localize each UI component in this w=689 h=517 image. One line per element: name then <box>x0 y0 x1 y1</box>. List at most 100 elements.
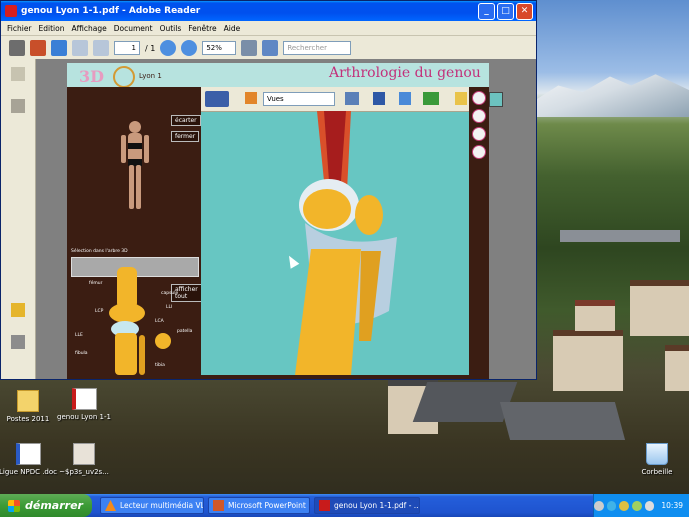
menu-document[interactable]: Document <box>114 24 153 33</box>
background-color-icon[interactable] <box>489 92 503 107</box>
task-vlc[interactable]: Lecteur multimédia VLC <box>100 497 204 514</box>
word-doc-icon <box>15 443 41 465</box>
human-figure-icon <box>121 121 149 209</box>
menu-fenetre[interactable]: Fenêtre <box>188 24 216 33</box>
tray-icon-3[interactable] <box>619 500 630 511</box>
next-page-icon[interactable] <box>93 40 109 56</box>
ecarter-button[interactable]: écarter <box>171 115 201 126</box>
document-title: Arthrologie du genou <box>329 65 481 81</box>
page-total: / 1 <box>145 43 156 53</box>
label-lle: LLE <box>75 333 83 338</box>
network-icon[interactable] <box>632 500 642 511</box>
powerpoint-icon <box>213 500 224 511</box>
knee-3d-model <box>295 111 397 375</box>
paperclip-icon[interactable] <box>11 335 25 349</box>
label-lcp: LCP <box>95 309 104 314</box>
print-icon[interactable] <box>9 40 25 56</box>
tray-icon-2[interactable] <box>606 500 617 511</box>
menu-edition[interactable]: Edition <box>39 24 65 33</box>
pages-panel-icon[interactable] <box>11 67 25 81</box>
rooftop <box>499 402 626 440</box>
tools-icon[interactable] <box>455 92 467 105</box>
window-titlebar[interactable]: genou Lyon 1-1.pdf - Adobe Reader _ □ ✕ <box>1 1 536 21</box>
clock: 10:39 <box>661 501 683 510</box>
file-icon <box>73 443 95 465</box>
lighting-icon[interactable] <box>423 92 439 105</box>
vlc-cone-icon <box>105 500 116 511</box>
menu-outils[interactable]: Outils <box>160 24 182 33</box>
mountain-background <box>537 74 689 117</box>
zoom-in-icon[interactable] <box>181 40 198 56</box>
home-view-icon[interactable] <box>245 92 257 104</box>
volume-icon[interactable] <box>644 500 655 511</box>
adobe-pdf-icon <box>5 5 17 17</box>
maximize-button[interactable]: □ <box>497 2 514 20</box>
task-adobe-reader[interactable]: genou Lyon 1-1.pdf - ... <box>314 497 420 514</box>
search-input[interactable]: Rechercher <box>283 41 352 55</box>
chalet <box>553 330 623 391</box>
zoom-level-input[interactable]: 52% <box>202 41 237 55</box>
folder-icon <box>17 390 39 412</box>
pdf-page: 3D Lyon 1 Arthrologie du genou écarter f… <box>67 63 503 379</box>
task-powerpoint[interactable]: Microsoft PowerPoint ... <box>208 497 310 514</box>
window-title: genou Lyon 1-1.pdf - Adobe Reader <box>21 6 201 16</box>
menu-aide[interactable]: Aide <box>224 24 241 33</box>
left-control-panel: écarter fermer Sélection dans l'arbre 3D… <box>67 87 202 379</box>
header-subtitle: Lyon 1 <box>139 72 162 80</box>
prev-page-icon[interactable] <box>72 40 88 56</box>
recycle-bin-icon <box>646 443 668 465</box>
view-side-icon[interactable] <box>472 109 486 123</box>
fermer-button[interactable]: fermer <box>171 131 200 142</box>
view-add-icon[interactable] <box>472 127 486 141</box>
menu-bar: Fichier Edition Affichage Document Outil… <box>1 21 536 36</box>
adobe-reader-icon <box>319 500 330 511</box>
lyon-emblem-icon <box>113 66 135 88</box>
start-button[interactable]: démarrer <box>0 494 92 517</box>
zoom-out-icon[interactable] <box>160 40 177 56</box>
collaborate-icon[interactable] <box>51 40 67 56</box>
attachments-panel-icon[interactable] <box>11 99 25 113</box>
comments-icon[interactable] <box>11 303 25 317</box>
desktop-icon-genou-pdf[interactable]: genou Lyon 1-1 <box>49 388 119 421</box>
chalet <box>630 280 689 336</box>
document-area: 3D Lyon 1 Arthrologie du genou écarter f… <box>36 59 536 379</box>
view-front-icon[interactable] <box>472 91 486 105</box>
menu-affichage[interactable]: Affichage <box>71 24 106 33</box>
chalet <box>575 300 615 331</box>
viewer-toolbar: Vues <box>201 87 503 112</box>
logo-3d: 3D <box>79 67 105 86</box>
email-icon[interactable] <box>30 40 46 56</box>
rooftop <box>560 230 680 242</box>
selection-label: Sélection dans l'arbre 3D <box>71 249 128 254</box>
desktop-icon-corbeille[interactable]: Corbeille <box>622 443 689 476</box>
menu-fichier[interactable]: Fichier <box>7 24 32 33</box>
label-lca: LCA <box>155 319 164 324</box>
rotate-tool-icon[interactable] <box>205 91 229 107</box>
label-patella: patella <box>177 329 193 334</box>
cube-view-icon[interactable] <box>399 92 411 105</box>
3d-viewer[interactable]: Vues <box>201 87 503 375</box>
label-femur: fémur <box>89 281 103 286</box>
view-back-icon[interactable] <box>472 145 486 159</box>
taskbar: démarrer Lecteur multimédia VLC Microsof… <box>0 494 689 517</box>
model-tree-icon[interactable] <box>345 92 359 105</box>
label-lli: LLI <box>166 305 173 310</box>
views-select[interactable]: Vues <box>263 92 335 106</box>
system-tray: 10:39 <box>593 494 689 517</box>
label-capsule: capsule <box>161 291 179 296</box>
fit-page-icon[interactable] <box>262 40 279 56</box>
pdf-file-icon <box>71 388 97 410</box>
close-button[interactable]: ✕ <box>516 2 533 20</box>
adobe-reader-window: genou Lyon 1-1.pdf - Adobe Reader _ □ ✕ … <box>0 0 537 380</box>
label-fibula: fibula <box>75 351 88 356</box>
tray-icon-1[interactable] <box>594 500 604 511</box>
minimize-button[interactable]: _ <box>478 2 495 20</box>
render-mode-icon[interactable] <box>373 92 385 105</box>
page-header: 3D Lyon 1 Arthrologie du genou <box>67 63 489 88</box>
label-tibia: tibia <box>155 363 165 368</box>
navigation-pane <box>1 59 36 379</box>
windows-logo-icon <box>8 499 20 512</box>
save-icon[interactable] <box>241 40 258 56</box>
desktop-icon-temp-file[interactable]: ~$p3s_uv2s... <box>49 443 119 476</box>
page-number-input[interactable]: 1 <box>114 41 140 55</box>
